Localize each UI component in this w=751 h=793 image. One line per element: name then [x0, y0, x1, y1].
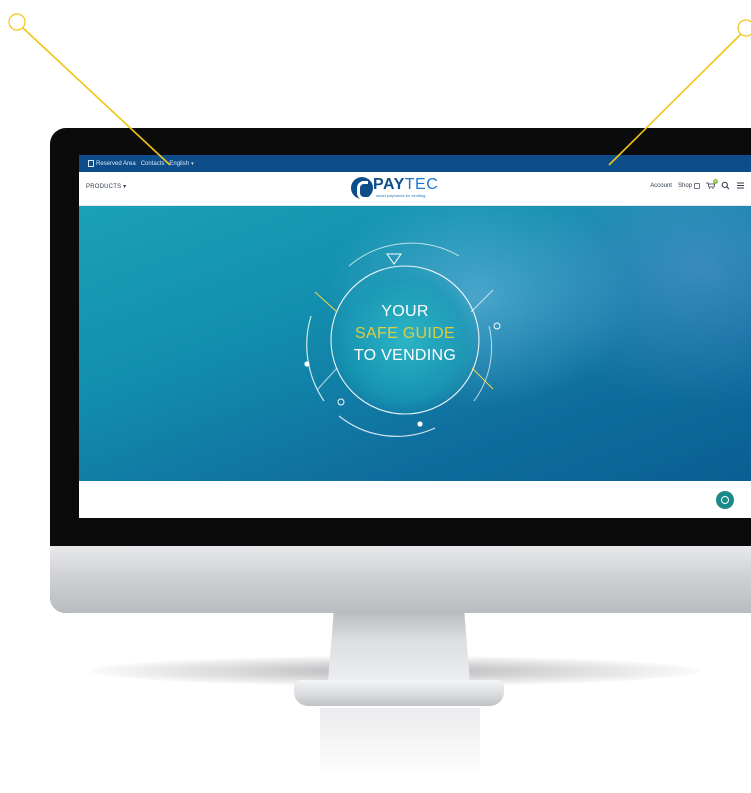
headline-line-2: SAFE GUIDE	[355, 325, 455, 342]
shop-link[interactable]: Shop	[677, 182, 700, 189]
contacts-link[interactable]: Contacts	[141, 161, 165, 167]
headline-line-3: TO VENDING	[353, 347, 457, 364]
lock-icon	[694, 182, 700, 189]
headline-line-1: YOUR	[381, 303, 429, 320]
nav-actions: Account Shop 0	[650, 179, 745, 190]
paytec-logo-mark	[351, 177, 373, 200]
search-icon[interactable]	[721, 181, 730, 190]
language-label: English	[169, 160, 190, 167]
monitor-chin	[50, 546, 751, 613]
hero-banner: YOUR SAFE GUIDE TO VENDING	[79, 206, 751, 481]
logo-tagline: smart payments for vending	[376, 193, 426, 198]
chat-icon[interactable]	[716, 491, 734, 509]
stand-reflection	[320, 708, 480, 778]
shop-label: Shop	[677, 182, 692, 189]
account-link[interactable]: Account	[650, 183, 672, 189]
monitor-stand-neck	[328, 612, 470, 682]
paytec-logo[interactable]: PAYTEC smart payments for vending	[351, 176, 469, 202]
logo-pay: PAY	[373, 176, 405, 193]
reserved-area-link[interactable]: Reserved Area	[88, 160, 136, 167]
products-menu[interactable]: PRODUCTS ▾	[86, 183, 126, 190]
logo-tec: TEC	[404, 176, 439, 193]
callout-right-ring	[737, 19, 751, 37]
utility-bar: Reserved Area Contacts English ▾	[79, 155, 751, 172]
content-strip	[79, 481, 751, 518]
logo-wordmark: PAYTEC	[373, 176, 438, 194]
callout-left-ring	[8, 13, 26, 31]
cart-button[interactable]: 0	[706, 179, 718, 189]
document-icon	[88, 160, 94, 167]
main-navbar: PRODUCTS ▾ PAYTEC smart payments for ven…	[79, 172, 751, 206]
language-selector[interactable]: English ▾	[169, 161, 193, 167]
chevron-down-icon: ▾	[191, 160, 194, 167]
menu-icon[interactable]	[736, 181, 745, 190]
monitor: Reserved Area Contacts English ▾ PRODUCT…	[50, 128, 751, 613]
website-screen: Reserved Area Contacts English ▾ PRODUCT…	[79, 155, 751, 518]
reserved-area-label: Reserved Area	[96, 160, 136, 167]
cart-badge: 0	[713, 179, 718, 184]
hero-headline: YOUR SAFE GUIDE TO VENDING	[315, 301, 495, 367]
monitor-stand-base	[294, 680, 504, 706]
